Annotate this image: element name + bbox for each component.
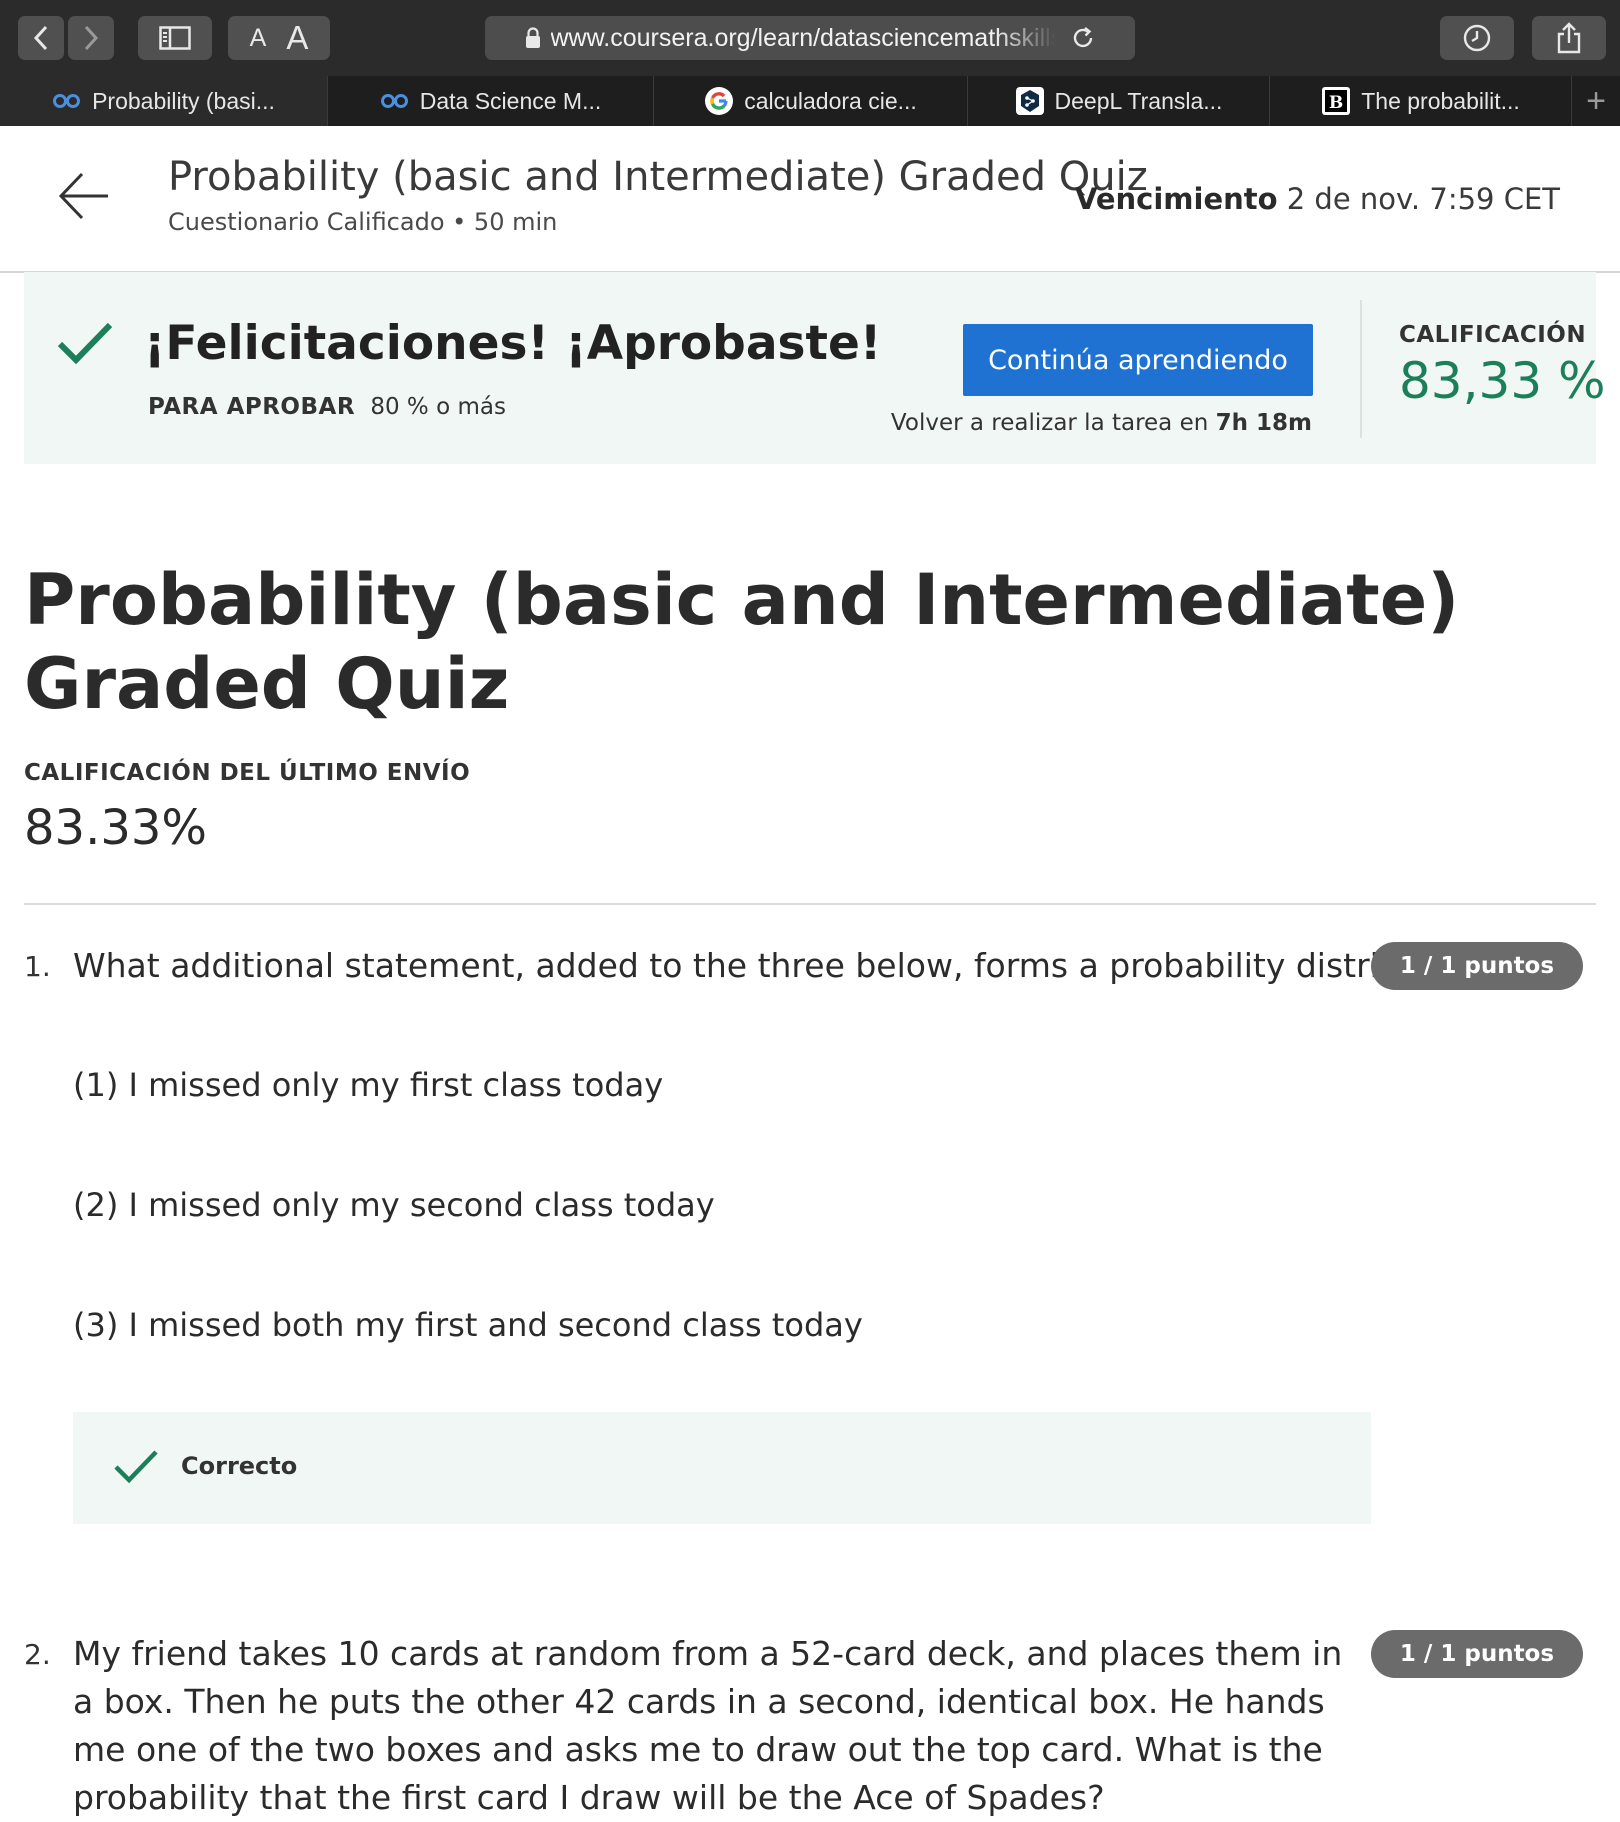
due-date: Vencimiento 2 de nov. 7:59 CET <box>1075 182 1560 216</box>
reload-icon[interactable] <box>1070 25 1096 51</box>
question-number: 1. <box>24 950 51 983</box>
history-button[interactable] <box>1440 16 1514 60</box>
new-tab-button[interactable]: + <box>1572 76 1620 126</box>
statement-1: (1) I missed only my first class today <box>73 1066 664 1104</box>
last-submission-grade: 83.33% <box>24 800 208 856</box>
tab-deepl[interactable]: DeepL Transla... <box>968 76 1270 126</box>
pass-value: 80 % o más <box>370 394 506 420</box>
tab-data-science[interactable]: Data Science M... <box>328 76 654 126</box>
tab-label: DeepL Transla... <box>1054 87 1223 114</box>
retake-info: Volver a realizar la tarea en 7h 18m <box>891 410 1312 436</box>
points-badge: 1 / 1 puntos <box>1371 942 1583 990</box>
due-label: Vencimiento <box>1074 182 1278 216</box>
sidebar-icon <box>159 26 191 50</box>
pass-threshold: PARA APROBAR 80 % o más <box>148 394 506 420</box>
continue-learning-button[interactable]: Continúa aprendiendo <box>963 324 1313 396</box>
sidebar-button[interactable] <box>138 16 212 60</box>
tab-probability[interactable]: Probability (basi... <box>0 76 328 126</box>
statement-2: (2) I missed only my second class today <box>73 1186 715 1224</box>
pass-label: PARA APROBAR <box>148 394 356 420</box>
text-larger[interactable]: A <box>286 19 308 57</box>
clock-icon <box>1463 24 1491 52</box>
share-icon <box>1557 22 1581 54</box>
share-button[interactable] <box>1532 16 1606 60</box>
question-number: 2. <box>24 1638 51 1671</box>
page-subtitle: Cuestionario Calificado • 50 min <box>168 208 558 236</box>
back-button[interactable] <box>18 16 64 60</box>
result-banner: ¡Felicitaciones! ¡Aprobaste! PARA APROBA… <box>24 272 1606 464</box>
tab-label: Data Science M... <box>419 87 602 114</box>
url-text: www.coursera.org/learn/datasciencemathsk… <box>550 23 1056 52</box>
forward-button[interactable] <box>68 16 114 60</box>
chevron-left-icon <box>33 25 48 51</box>
tab-brainly[interactable]: B The probabilit... <box>1270 76 1572 126</box>
feedback-box: Correcto <box>73 1412 1371 1524</box>
google-icon <box>704 86 734 116</box>
deepl-icon <box>1015 86 1045 116</box>
page-title: Probability (basic and Intermediate) Gra… <box>168 154 1148 200</box>
tab-label: The probabilit... <box>1361 87 1520 114</box>
question-text: What additional statement, added to the … <box>73 946 1502 985</box>
coursera-icon <box>52 86 82 116</box>
quiz-title: Probability (basic and Intermediate) Gra… <box>24 559 1460 725</box>
coursera-icon <box>380 86 410 116</box>
last-submission-label: CALIFICACIÓN DEL ÚLTIMO ENVÍO <box>24 760 471 786</box>
feedback-label: Correcto <box>181 1452 298 1480</box>
pass-message: ¡Felicitaciones! ¡Aprobaste! <box>144 316 882 371</box>
due-value: 2 de nov. 7:59 CET <box>1286 182 1560 216</box>
text-smaller[interactable]: A <box>250 24 267 53</box>
checkmark-icon <box>114 1450 158 1484</box>
divider <box>24 903 1596 905</box>
text-size-button[interactable]: A A <box>228 16 330 60</box>
retake-text: Volver a realizar la tarea en <box>890 410 1209 436</box>
tab-label: Probability (basi... <box>92 87 275 114</box>
lock-icon <box>525 27 540 48</box>
back-arrow-icon[interactable] <box>58 171 110 221</box>
checkmark-icon <box>57 322 113 365</box>
grade-label: CALIFICACIÓN <box>1399 322 1587 348</box>
chevron-right-icon <box>84 25 99 51</box>
tab-label: calculadora cie... <box>744 87 917 114</box>
address-bar[interactable]: www.coursera.org/learn/datasciencemathsk… <box>485 16 1135 60</box>
question-text: My friend takes 10 cards at random from … <box>73 1634 1343 1817</box>
retake-time: 7h 18m <box>1215 410 1312 436</box>
page-header: Probability (basic and Intermediate) Gra… <box>0 126 1620 273</box>
svg-text:B: B <box>1329 93 1343 113</box>
tab-bar: Probability (basi... Data Science M... c… <box>0 76 1620 126</box>
statement-3: (3) I missed both my first and second cl… <box>73 1306 863 1344</box>
brainly-icon: B <box>1321 86 1351 116</box>
points-badge: 1 / 1 puntos <box>1371 1630 1583 1678</box>
browser-toolbar: A A www.coursera.org/learn/datasciencema… <box>0 0 1620 76</box>
banner-divider <box>1360 300 1362 438</box>
grade-value: 83,33 % <box>1399 352 1606 410</box>
tab-calculadora[interactable]: calculadora cie... <box>654 76 968 126</box>
